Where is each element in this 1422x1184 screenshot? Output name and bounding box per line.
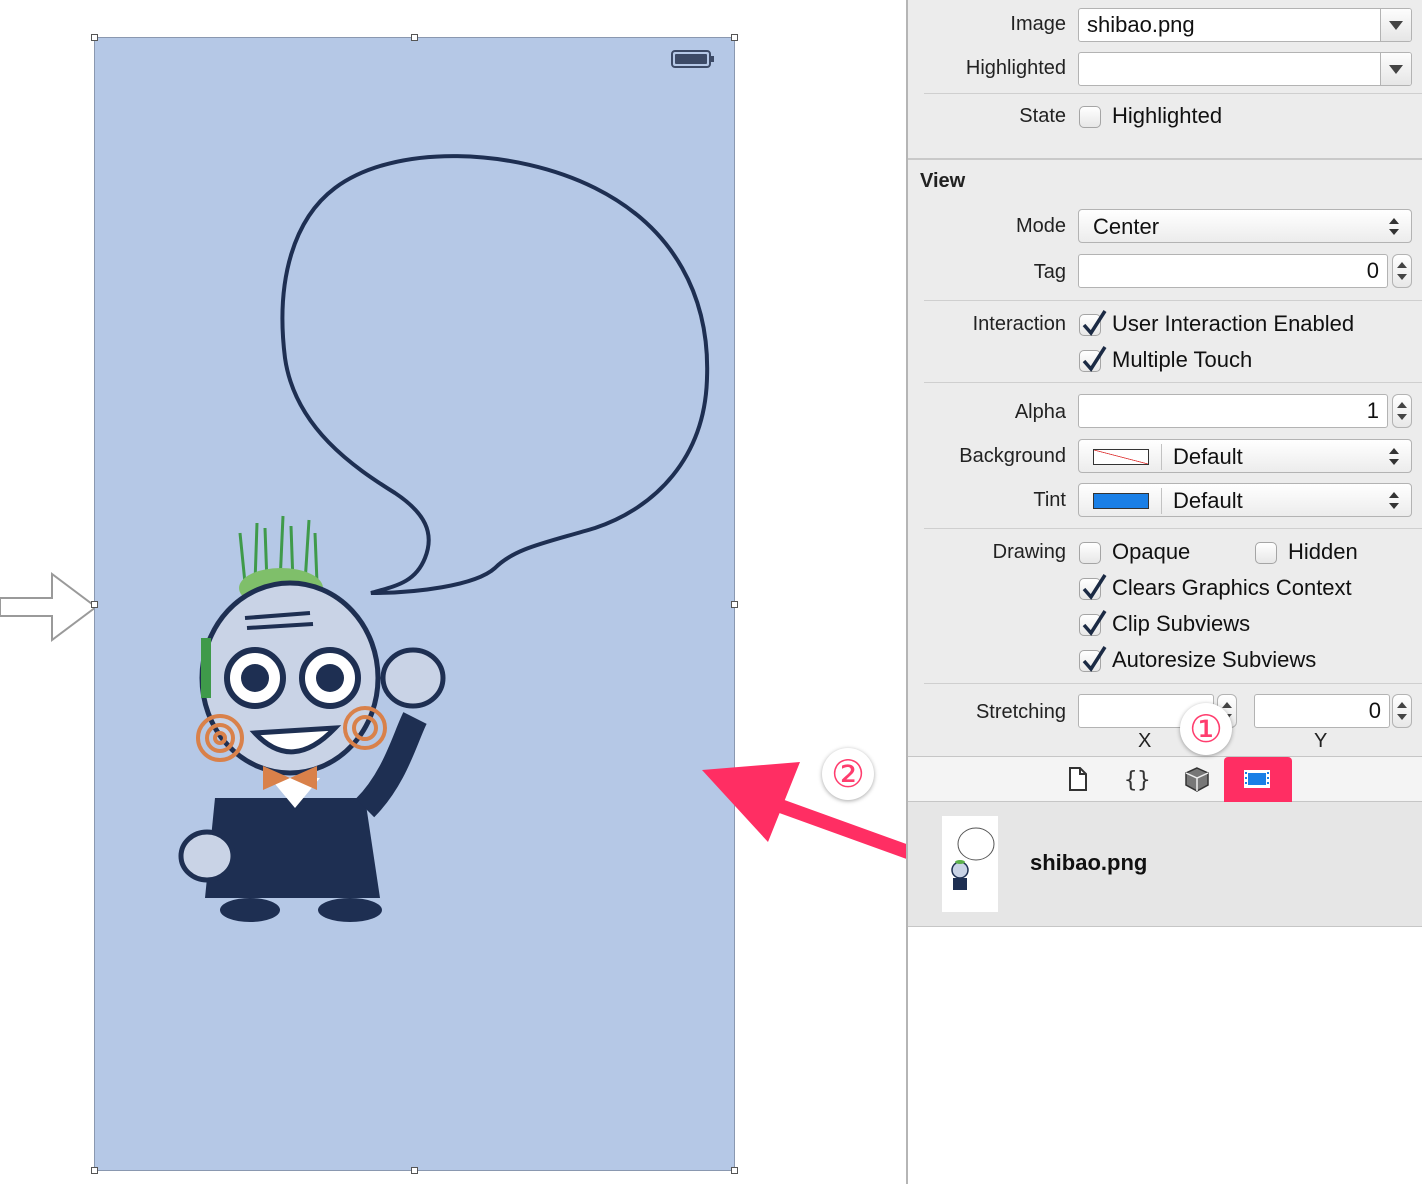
stretching-label: Stretching (975, 701, 1066, 723)
checkmark-icon (1082, 310, 1107, 336)
multiple-touch-checkbox[interactable] (1079, 346, 1107, 372)
state-label: State (1019, 105, 1066, 127)
attributes-inspector: Image shibao.png Highlighted State Highl… (906, 0, 1422, 1184)
clip-subviews-label: Clip Subviews (1112, 611, 1251, 636)
hidden-label: Hidden (1288, 539, 1358, 564)
file-template-icon[interactable] (1062, 765, 1092, 793)
separator (924, 528, 1422, 529)
updown-arrows-icon (1389, 448, 1399, 466)
background-value: Default (1173, 444, 1243, 469)
media-library-icon[interactable] (1242, 765, 1272, 793)
clears-graphics-label: Clears Graphics Context (1112, 575, 1352, 600)
shibao-character-image[interactable] (95, 38, 734, 1170)
separator (924, 683, 1422, 684)
clears-graphics-checkbox[interactable] (1079, 574, 1107, 600)
alpha-label: Alpha (1014, 401, 1066, 423)
user-interaction-checkbox[interactable] (1079, 310, 1107, 336)
stretching-x-caption: X (1138, 730, 1152, 752)
object-library-icon[interactable] (1182, 765, 1212, 793)
tag-field[interactable]: 0 (1078, 254, 1388, 288)
clear-color-swatch (1093, 449, 1149, 465)
separator (924, 93, 1422, 94)
initial-view-controller-arrow-icon (0, 572, 98, 642)
media-library-item[interactable]: shibao.png (908, 802, 1422, 927)
library-empty-area (908, 927, 1422, 1184)
section-divider (908, 158, 1422, 160)
alpha-stepper[interactable] (1392, 394, 1412, 428)
checkmark-icon (1082, 346, 1107, 372)
resize-handle-top-left[interactable] (91, 34, 98, 41)
tint-color-swatch (1093, 493, 1149, 509)
svg-text:{}: {} (1124, 768, 1151, 793)
checkmark-icon (1082, 646, 1107, 672)
separator (924, 382, 1422, 383)
opaque-label: Opaque (1112, 539, 1191, 564)
chevron-down-icon[interactable] (1380, 53, 1411, 85)
mode-label: Mode (1015, 215, 1066, 237)
shibao-thumbnail-image (942, 816, 998, 912)
checkmark-icon (1082, 574, 1107, 600)
media-item-name: shibao.png (1030, 850, 1148, 875)
state-highlighted-label: Highlighted (1112, 103, 1223, 128)
resize-handle-left[interactable] (91, 601, 98, 608)
divider (1161, 488, 1162, 514)
image-label: Image (1010, 13, 1066, 35)
stretching-y-stepper[interactable] (1392, 694, 1412, 728)
hidden-checkbox[interactable] (1255, 542, 1277, 564)
drag-arrow-icon (702, 762, 937, 867)
opaque-checkbox[interactable] (1079, 542, 1101, 564)
checkmark-icon (1082, 610, 1107, 636)
divider (1161, 444, 1162, 470)
clip-subviews-checkbox[interactable] (1079, 610, 1107, 636)
image-combo-box[interactable]: shibao.png (1078, 8, 1412, 42)
highlighted-image-combo-box[interactable] (1078, 52, 1412, 86)
chevron-down-icon[interactable] (1380, 9, 1411, 41)
resize-handle-bottom-left[interactable] (91, 1167, 98, 1174)
updown-arrows-icon (1389, 218, 1399, 236)
multiple-touch-label: Multiple Touch (1112, 347, 1253, 372)
background-label: Background (959, 445, 1066, 467)
view-section-title: View (920, 170, 966, 192)
mode-value: Center (1093, 214, 1160, 239)
tag-label: Tag (1033, 261, 1066, 283)
resize-handle-bottom-right[interactable] (731, 1167, 738, 1174)
resize-handle-top-right[interactable] (731, 34, 738, 41)
resize-handle-right[interactable] (731, 601, 738, 608)
stretching-y-field[interactable]: 0 (1254, 694, 1390, 728)
tint-color-popup[interactable]: Default (1078, 483, 1412, 517)
background-color-popup[interactable]: Default (1078, 439, 1412, 473)
alpha-field[interactable]: 1 (1078, 394, 1388, 428)
autoresize-subviews-label: Autoresize Subviews (1112, 647, 1317, 672)
resize-handle-bottom[interactable] (411, 1167, 418, 1174)
code-snippet-icon[interactable]: {} (1122, 765, 1152, 793)
tint-label: Tint (1033, 489, 1066, 511)
iphone-view-scene[interactable] (91, 34, 738, 1174)
interaction-label: Interaction (972, 313, 1066, 335)
highlighted-label: Highlighted (965, 57, 1066, 79)
library-tab-bar: {} ① (908, 703, 1422, 807)
tag-stepper[interactable] (1392, 254, 1412, 288)
autoresize-subviews-checkbox[interactable] (1079, 646, 1107, 672)
resize-handle-top[interactable] (411, 34, 418, 41)
mode-popup-button[interactable]: Center (1078, 209, 1412, 243)
stretching-y-caption: Y (1314, 730, 1328, 752)
image-value: shibao.png (1087, 12, 1195, 37)
updown-arrows-icon (1389, 492, 1399, 510)
annotation-badge-1: ① (1180, 703, 1232, 755)
storyboard-canvas[interactable]: ② (0, 0, 906, 1184)
state-highlighted-checkbox[interactable] (1079, 106, 1101, 128)
drawing-label: Drawing (992, 541, 1066, 563)
tint-value: Default (1173, 488, 1243, 513)
user-interaction-label: User Interaction Enabled (1112, 311, 1355, 336)
separator (924, 300, 1422, 301)
